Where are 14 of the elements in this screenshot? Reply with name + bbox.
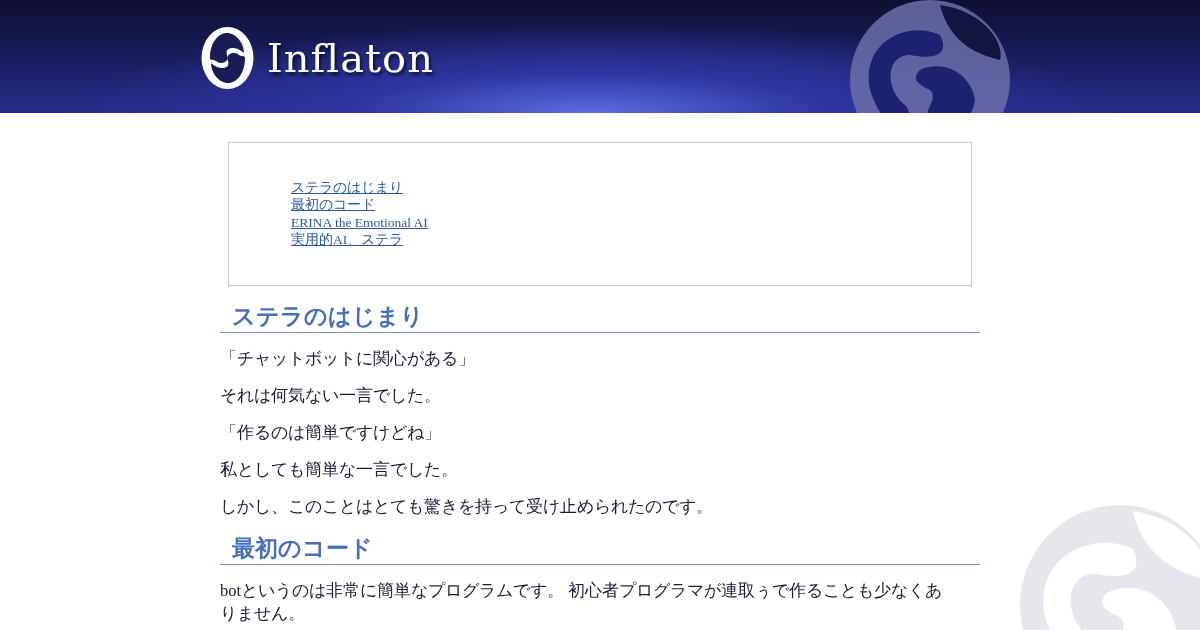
logo-icon (200, 25, 255, 91)
site-logo[interactable]: Inflaton (267, 35, 434, 81)
toc-link[interactable]: 最初のコード (291, 196, 375, 214)
toc-link[interactable]: ERINA the Emotional AI (291, 213, 428, 232)
paragraph: 「作るのは簡単ですけどね」 (220, 421, 442, 444)
paragraph: botというのは非常に簡単なプログラムです。 初心者プログラマが連取ぅで作ることも少なくありません。 (220, 579, 944, 625)
section-heading: 最初のコード (220, 531, 980, 565)
paragraph: 私としても簡単な一言でした。 (220, 458, 459, 481)
section-heading: ステラのはじまり (220, 299, 980, 333)
paragraph: しかし、このことはとても驚きを持って受け止められたのです。 (220, 495, 714, 518)
toc-link[interactable]: ステラのはじまり (291, 179, 403, 197)
paragraph: それは何気ない一言でした。 (220, 384, 442, 407)
toc-link[interactable]: 実用的AI、ステラ (291, 231, 404, 249)
paragraph: 「チャットボットに関心がある」 (220, 347, 476, 370)
